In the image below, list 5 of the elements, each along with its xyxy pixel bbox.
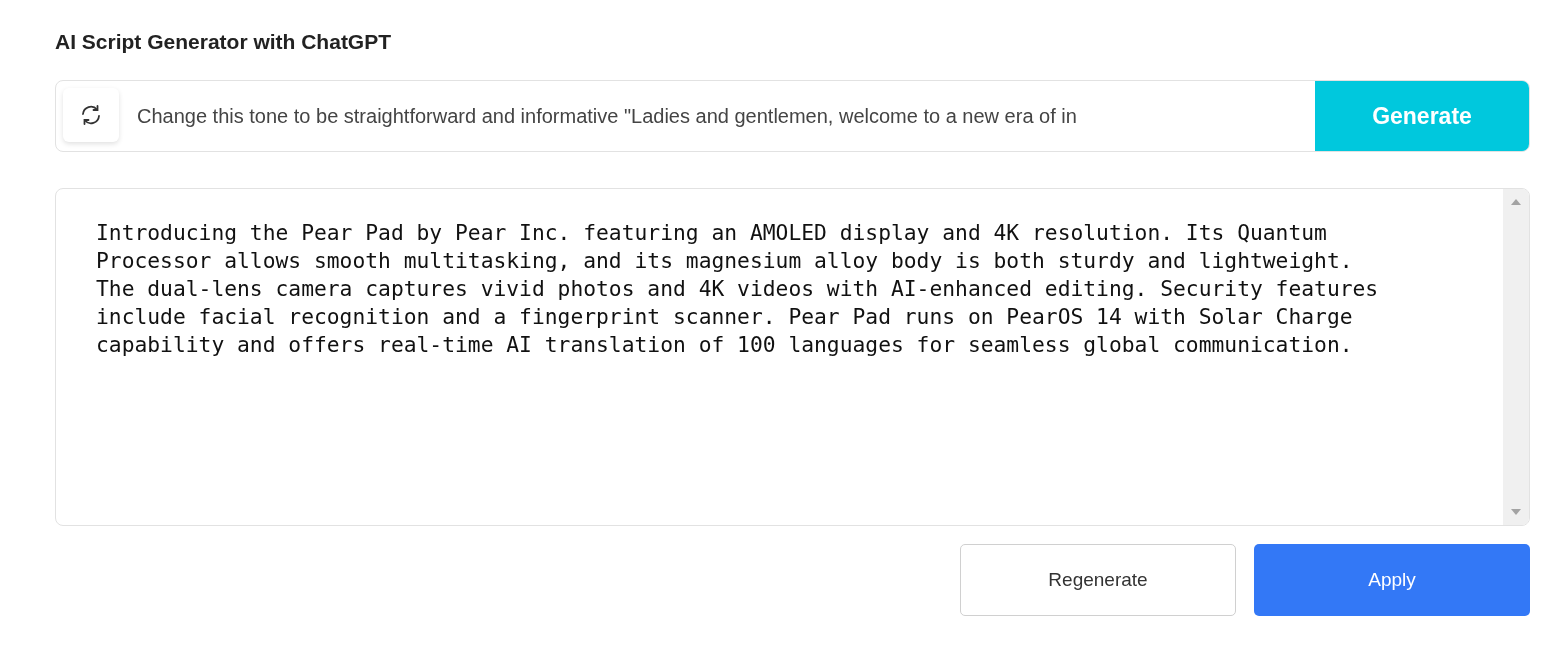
apply-button[interactable]: Apply [1254, 544, 1530, 616]
output-text: Introducing the Pear Pad by Pear Inc. featuring an AMOLED display and 4K resolution. Its Quantum Processor allows smooth multitasking, and its magnesium alloy body is both sturdy and lightweight. The dual-lens camera captures vivid photos and 4K videos with AI-enhanced editing. Security features include facial recognition and a fingerprint scanner. Pear Pad runs on PearOS 14 with Solar Charge capability and offers real-time AI translation of 100 languages for seamless global communication. [95, 219, 1380, 359]
regenerate-button[interactable]: Regenerate [960, 544, 1236, 616]
page-title: AI Script Generator with ChatGPT [55, 30, 393, 54]
prompt-field[interactable]: Change this tone to be straightforward and informative "Ladies and gentlemen, welcome to a new era of in [119, 81, 1315, 151]
